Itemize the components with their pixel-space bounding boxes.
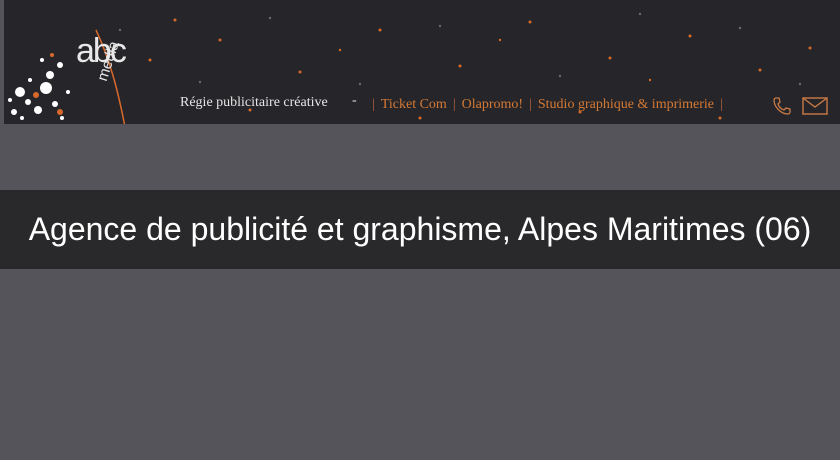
site-tagline: Régie publicitaire créative: [180, 95, 328, 110]
mail-icon[interactable]: [802, 97, 828, 115]
page-headline: Agence de publicité et graphisme, Alpes …: [28, 211, 812, 247]
header-banner: abc media Régie publicitaire créative - …: [0, 0, 840, 124]
abc-media-logo[interactable]: abc media: [70, 34, 140, 114]
phone-icon[interactable]: [772, 96, 792, 116]
nav-separator: |: [452, 97, 456, 112]
nav-separator: |: [372, 97, 375, 112]
nav-separator: |: [720, 97, 723, 112]
top-navigation: | Ticket Com | Olapromo! | Studio graphi…: [366, 95, 729, 115]
headline-band: Agence de publicité et graphisme, Alpes …: [0, 190, 840, 269]
nav-link-studio-graphique[interactable]: Studio graphique & imprimerie: [538, 97, 714, 113]
nav-link-olapromo[interactable]: Olapromo!: [462, 97, 523, 113]
nav-link-ticket-com[interactable]: Ticket Com: [381, 97, 447, 113]
nav-separator: |: [529, 97, 532, 112]
tagline-dash: -: [352, 93, 357, 108]
